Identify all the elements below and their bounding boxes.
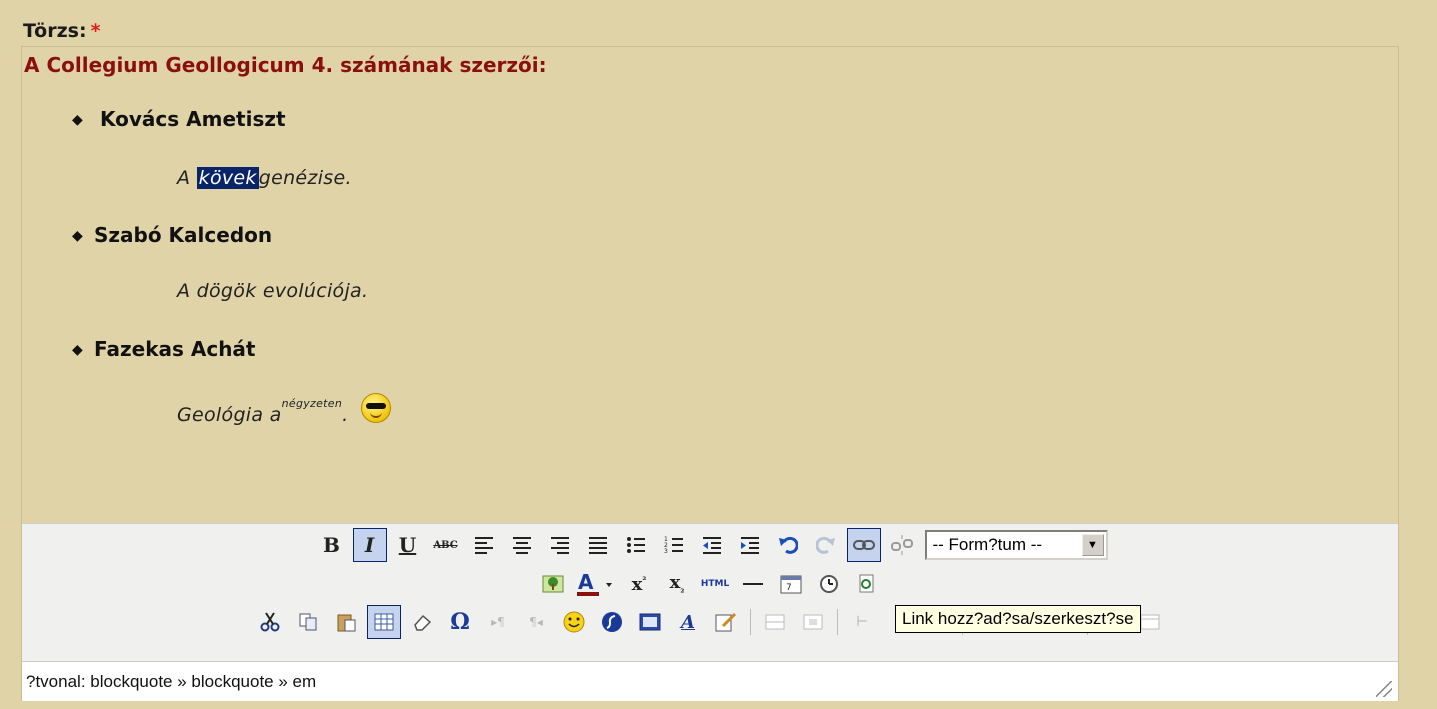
toolbar-row-3: Ω ▸¶ ¶◂ A ⊢ ⇥ ⇤ ⊤ ⊥ ↧ (22, 604, 1398, 640)
format-select[interactable]: -- Form?tum -- ▼ (924, 530, 1108, 560)
resize-handle-icon[interactable] (1376, 681, 1392, 697)
edit-icon[interactable] (709, 605, 743, 639)
special-char-icon[interactable]: Ω (443, 605, 477, 639)
sunglasses-emoticon-icon (360, 393, 391, 423)
undo-icon[interactable] (771, 528, 805, 562)
image-icon[interactable] (536, 567, 570, 601)
bullet-icon: ◆ (72, 112, 83, 128)
title-prefix: A (177, 167, 191, 189)
required-asterisk: * (90, 20, 101, 42)
list-item: ◆ Kovács Ametiszt (72, 107, 286, 131)
italic-icon[interactable]: I (352, 528, 387, 562)
chevron-down-icon[interactable]: ▼ (1081, 534, 1104, 556)
outdent-icon[interactable] (695, 528, 729, 562)
eraser-icon[interactable] (405, 605, 439, 639)
content-heading: A Collegium Geollogicum 4. számának szer… (24, 53, 547, 77)
table-icon[interactable] (367, 605, 401, 639)
editor-toolbar: B I U ABC 123 -- Form?tum -- ▼ A x² x₂ H… (22, 523, 1398, 662)
toolbar-row-1: B I U ABC 123 -- Form?tum -- ▼ (22, 527, 1398, 563)
emoticon-icon[interactable] (557, 605, 591, 639)
insert-time-icon[interactable] (812, 567, 846, 601)
author-name: Fazekas Achát (94, 337, 256, 361)
selected-text[interactable]: kövek (196, 167, 259, 189)
title-main: Geológia a (177, 404, 282, 426)
font-color-icon[interactable]: A (574, 567, 618, 601)
link-tooltip: Link hozz?ad?sa/szerkeszt?se (895, 605, 1141, 633)
editor-content-area[interactable]: A Collegium Geollogicum 4. számának szer… (22, 47, 1398, 523)
bold-icon[interactable]: B (315, 528, 349, 562)
bullet-icon: ◆ (72, 342, 83, 358)
list-item: ◆ Szabó Kalcedon (72, 223, 272, 247)
author-name: Szabó Kalcedon (94, 223, 273, 247)
svg-text:A: A (578, 571, 594, 594)
preview-icon[interactable] (850, 567, 884, 601)
status-bar: ?tvonal: blockquote » blockquote » em (22, 661, 1398, 701)
table-cell-props-icon[interactable] (796, 605, 830, 639)
blockquote-title: A kövek genézise. (177, 167, 352, 189)
justify-icon[interactable] (581, 528, 615, 562)
superscript-text: négyzeten (281, 397, 343, 410)
html-icon[interactable]: HTML (698, 567, 732, 601)
superscript-icon[interactable]: x² (622, 567, 656, 601)
flash-icon[interactable] (595, 605, 629, 639)
blockquote-title: Geológia anégyzeten. (177, 393, 391, 426)
element-path: ?tvonal: blockquote » blockquote » em (26, 671, 317, 691)
bullet-icon: ◆ (72, 228, 83, 244)
blockquote-title: A dögök evolúciója. (177, 280, 369, 302)
toolbar-separator (750, 609, 751, 635)
ltr-icon[interactable]: ▸¶ (481, 605, 515, 639)
title-rest: genézise. (258, 167, 352, 189)
author-name: Kovács Ametiszt (100, 107, 286, 131)
insert-row-before-icon[interactable]: ⊢ (845, 605, 879, 639)
list-item: ◆ Fazekas Achát (72, 337, 255, 361)
numbered-list-icon[interactable]: 123 (657, 528, 691, 562)
table-row-props-icon[interactable] (758, 605, 792, 639)
style-icon[interactable]: A (671, 605, 705, 639)
toolbar-separator (837, 609, 838, 635)
redo-icon[interactable] (809, 528, 843, 562)
unlink-icon[interactable] (885, 528, 919, 562)
subscript-icon[interactable]: x₂ (660, 567, 694, 601)
indent-icon[interactable] (733, 528, 767, 562)
paste-icon[interactable] (329, 605, 363, 639)
align-left-icon[interactable] (467, 528, 501, 562)
strikethrough-icon[interactable]: ABC (429, 528, 463, 562)
media-icon[interactable] (633, 605, 667, 639)
rich-text-editor[interactable]: A Collegium Geollogicum 4. számának szer… (21, 46, 1399, 701)
underline-icon[interactable]: U (391, 528, 425, 562)
bullet-list-icon[interactable] (619, 528, 653, 562)
field-label-text: Törzs: (23, 20, 87, 42)
copy-icon[interactable] (291, 605, 325, 639)
toolbar-row-2: A x² x₂ HTML 7 (22, 566, 1398, 602)
cut-icon[interactable] (253, 605, 287, 639)
title-end: . (342, 404, 349, 426)
link-icon[interactable] (846, 528, 881, 562)
align-right-icon[interactable] (543, 528, 577, 562)
svg-text:7: 7 (786, 583, 792, 593)
svg-text:3: 3 (664, 548, 668, 554)
field-label: Törzs: * (23, 20, 101, 42)
horizontal-rule-icon[interactable] (736, 567, 770, 601)
insert-date-icon[interactable]: 7 (774, 567, 808, 601)
rtl-icon[interactable]: ¶◂ (519, 605, 553, 639)
align-center-icon[interactable] (505, 528, 539, 562)
